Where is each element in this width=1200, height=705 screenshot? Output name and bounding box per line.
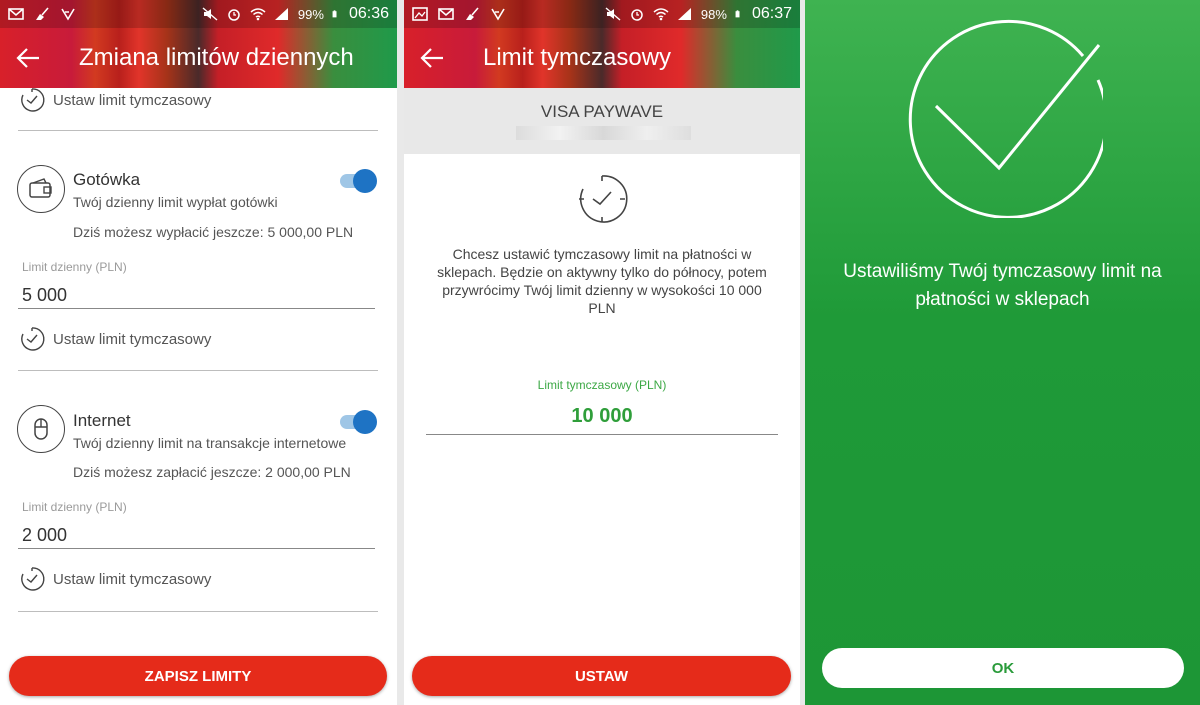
- card-number-blurred: [516, 126, 691, 140]
- temp-limit-row[interactable]: Ustaw limit tymczasowy: [18, 86, 211, 114]
- mute-icon: [605, 7, 621, 21]
- screen-daily-limits: 99% 06:36 Zmiana limitów dziennych Ustaw…: [0, 0, 397, 705]
- clock-time: 06:37: [751, 5, 792, 22]
- wallet-icon-circle: [17, 165, 65, 213]
- battery-icon: [735, 10, 740, 18]
- cash-limit-input[interactable]: 5 000: [22, 285, 67, 306]
- wifi-icon: [250, 8, 266, 21]
- app-header: 99% 06:36 Zmiana limitów dziennych: [0, 0, 397, 88]
- set-button[interactable]: USTAW: [412, 656, 791, 696]
- temp-limit-label: Ustaw limit tymczasowy: [53, 91, 212, 109]
- divider: [18, 130, 378, 131]
- status-bar: 99% 06:36: [0, 0, 397, 28]
- internet-temp-limit-row[interactable]: Ustaw limit tymczasowy: [18, 565, 211, 593]
- battery-icon: [332, 10, 337, 18]
- cash-toggle[interactable]: [340, 168, 378, 194]
- wifi-icon: [653, 8, 669, 21]
- app-header: 98% 06:37 Limit tymczasowy: [404, 0, 800, 88]
- clock-time: 06:36: [348, 5, 389, 22]
- clock-icon: [21, 567, 45, 591]
- alarm-icon: [631, 9, 643, 21]
- back-arrow-icon[interactable]: [418, 44, 446, 72]
- mouse-icon: [34, 418, 48, 440]
- internet-toggle[interactable]: [340, 409, 378, 435]
- page-title: Limit tymczasowy: [483, 44, 672, 71]
- section-title-internet: Internet: [73, 411, 131, 430]
- page-title: Zmiana limitów dziennych: [79, 44, 354, 71]
- success-message: Ustawiliśmy Twój tymczasowy limit na pła…: [843, 261, 1162, 310]
- mouse-icon-circle: [17, 405, 65, 453]
- screen-temp-limit: 98% 06:37 Limit tymczasowy VISA PAYWAVE …: [404, 0, 800, 705]
- divider: [18, 611, 378, 612]
- cash-remaining-info: Dziś możesz wypłacić jeszcze: 5 000,00 P…: [73, 224, 354, 240]
- gmail-icon: [438, 8, 454, 20]
- battery-percent: 99%: [297, 6, 324, 22]
- input-underline: [426, 434, 778, 435]
- clock-icon: [21, 88, 45, 112]
- section-title-cash: Gotówka: [73, 170, 141, 189]
- internet-limit-input[interactable]: 2 000: [22, 525, 67, 546]
- temp-limit-label: Limit tymczasowy (PLN): [537, 378, 667, 392]
- screen-success: Ustawiliśmy Twój tymczasowy limit na pła…: [805, 0, 1200, 705]
- card-summary: VISA PAYWAVE: [404, 88, 800, 154]
- input-underline: [18, 308, 375, 309]
- clock-icon: [579, 175, 628, 223]
- check-flag-icon: [61, 8, 75, 21]
- broom-icon: [36, 7, 49, 20]
- alarm-icon: [228, 9, 240, 21]
- card-name: VISA PAYWAVE: [540, 102, 664, 121]
- input-underline: [18, 548, 375, 549]
- temp-limit-input[interactable]: 10 000: [404, 405, 800, 428]
- image-icon: [412, 7, 428, 21]
- screen-divider: [397, 0, 404, 705]
- temp-limit-label: Ustaw limit tymczasowy: [53, 330, 212, 348]
- gmail-icon: [8, 8, 24, 20]
- temp-limit-message: Chcesz ustawić tymczasowy limit na płatn…: [437, 246, 767, 316]
- internet-limit-label: Limit dzienny (PLN): [22, 500, 127, 514]
- battery-percent: 98%: [700, 6, 727, 22]
- internet-remaining-info: Dziś możesz zapłacić jeszcze: 2 000,00 P…: [73, 464, 351, 480]
- cash-temp-limit-row[interactable]: Ustaw limit tymczasowy: [18, 325, 211, 353]
- back-arrow-icon[interactable]: [14, 44, 42, 72]
- status-bar: 98% 06:37: [404, 0, 800, 28]
- wallet-icon: [29, 178, 52, 198]
- broom-icon: [466, 7, 479, 20]
- clock-icon: [21, 327, 45, 351]
- divider: [18, 370, 378, 371]
- section-subtitle-internet: Twój dzienny limit na transakcje interne…: [73, 435, 347, 451]
- save-limits-button[interactable]: ZAPISZ LIMITY: [9, 656, 387, 696]
- temp-limit-label: Ustaw limit tymczasowy: [53, 570, 212, 588]
- mute-icon: [202, 7, 218, 21]
- signal-icon: [677, 8, 691, 20]
- success-check-icon: [908, 19, 1103, 218]
- ok-button[interactable]: OK: [822, 648, 1184, 688]
- check-flag-icon: [491, 8, 505, 21]
- cash-limit-label: Limit dzienny (PLN): [22, 260, 127, 274]
- signal-icon: [274, 8, 288, 20]
- section-subtitle-cash: Twój dzienny limit wypłat gotówki: [73, 194, 278, 210]
